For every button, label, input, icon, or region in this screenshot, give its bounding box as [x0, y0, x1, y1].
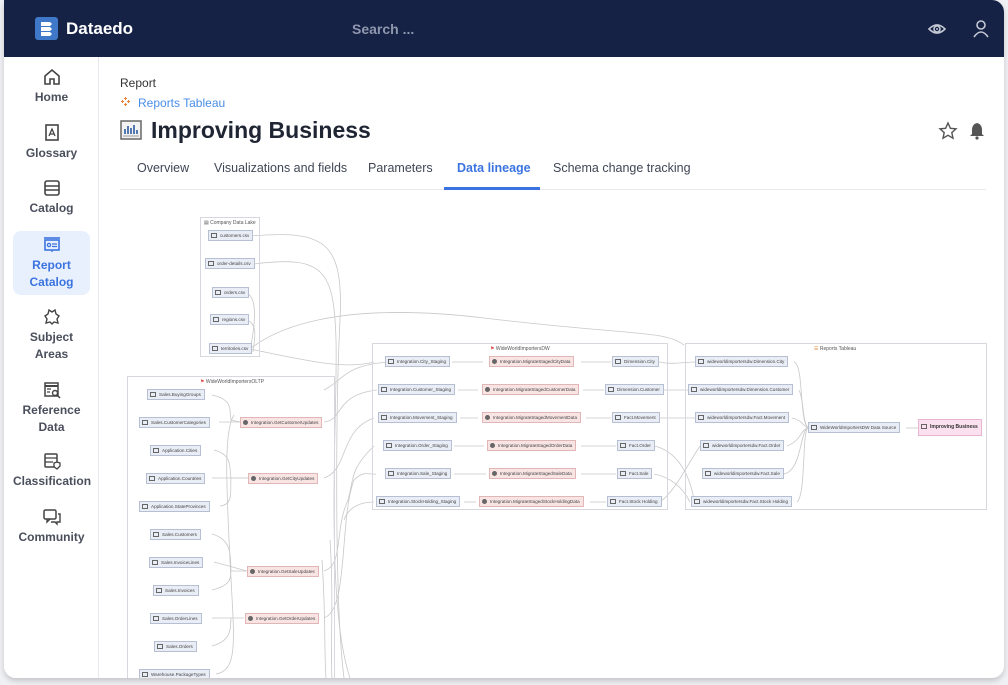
lineage-node-table[interactable]: Integration.Order_Staging: [383, 440, 452, 451]
lineage-node-table[interactable]: Fact.Sale: [617, 468, 653, 479]
lineage-node-table[interactable]: Application.Cities: [150, 445, 202, 456]
lineage-node-table[interactable]: Sales.Orders: [154, 641, 197, 652]
lineage-node-table[interactable]: Sales.CustomerCategories: [139, 417, 210, 428]
lineage-node-procedure[interactable]: Integration.GetOrderUpdates: [245, 613, 320, 624]
lineage-node-file[interactable]: territories.csv: [209, 343, 253, 354]
lineage-node-table[interactable]: Application.Countries: [146, 473, 206, 484]
lineage-node-procedure[interactable]: Integration.GetCityUpdates: [248, 473, 319, 484]
lineage-node-table[interactable]: Warehouse.PackageTypes: [139, 669, 210, 678]
lineage-node-file[interactable]: orders.csv: [212, 287, 250, 298]
lineage-node-table[interactable]: wideworldimportersdw.Fact.Stock Holding: [691, 496, 793, 507]
lineage-node-file[interactable]: customers.csv: [208, 230, 254, 241]
lineage-node-table[interactable]: Sales.InvoiceLines: [149, 557, 204, 568]
lineage-node-table[interactable]: wideworldimportersdw.Fact.Sale: [702, 468, 784, 479]
lineage-node-table[interactable]: Sales.BuyingGroups: [147, 389, 205, 400]
lineage-node-table[interactable]: wideworldimportersdw.Fact.Movement: [695, 412, 790, 423]
lineage-node-procedure[interactable]: Integration.MigrateStagedMovementData: [482, 412, 582, 423]
lineage-node-table[interactable]: Integration.StockHolding_Staging: [376, 496, 461, 507]
lineage-node-table[interactable]: Integration.Customer_Staging: [378, 384, 456, 395]
lineage-node-table[interactable]: Dimension.City: [612, 356, 659, 367]
lineage-node-procedure[interactable]: Integration.GetSaleUpdates: [247, 566, 319, 577]
lineage-node-table[interactable]: wideworldimportersdw.Fact.Order: [700, 440, 785, 451]
lineage-node-table[interactable]: Sales.Invoices: [153, 585, 199, 596]
lineage-diagram[interactable]: ▤ Company Data Lake customers.csv order-…: [4, 0, 1004, 678]
lineage-node-procedure[interactable]: Integration.GetCustomerUpdates: [240, 417, 323, 428]
lineage-node-table[interactable]: Application.StateProvinces: [139, 501, 210, 512]
app-window: Dataedo Search ... Home Glossary Catalog…: [4, 0, 1004, 678]
lineage-node-table[interactable]: wideworldimportersdw.Dimension.City: [695, 356, 789, 367]
lineage-node-procedure[interactable]: Integration.MigrateStagedSaleData: [489, 468, 576, 479]
lineage-node-file[interactable]: order-details.csv: [205, 258, 255, 269]
lineage-node-table[interactable]: wideworldimportersdw.Dimension.Customer: [688, 384, 794, 395]
lineage-node-table[interactable]: Fact.Order: [617, 440, 655, 451]
lineage-node-table[interactable]: Fact.Stock Holding: [607, 496, 662, 507]
group-label: ☰ Reports Tableau: [814, 346, 857, 352]
lineage-node-report-improving-business[interactable]: Improving Business: [918, 419, 982, 436]
lineage-node-procedure[interactable]: Integration.MigrateStagedStockHoldingDat…: [479, 496, 584, 507]
group-label: ▤ Company Data Lake: [204, 220, 256, 226]
lineage-node-table[interactable]: Dimension.Customer: [605, 384, 664, 395]
lineage-node-table[interactable]: Integration.Movement_Staging: [378, 412, 457, 423]
lineage-node-table[interactable]: Integration.Sale_Staging: [385, 468, 452, 479]
lineage-node-table[interactable]: Sales.OrderLines: [150, 613, 202, 624]
group-label: ⚑ WideWorldImportersDW: [490, 346, 550, 352]
lineage-node-procedure[interactable]: Integration.MigrateStagedCustomerData: [482, 384, 580, 395]
lineage-node-file[interactable]: regions.csv: [210, 314, 250, 325]
lineage-node-datasource[interactable]: WideWorldImportersDW Data Source: [808, 422, 901, 433]
group-label: ⚑ WideWorldImportersOLTP: [200, 379, 265, 385]
lineage-node-table[interactable]: Integration.City_Staging: [385, 356, 451, 367]
lineage-node-procedure[interactable]: Integration.MigrateStagedOrderData: [487, 440, 577, 451]
lineage-node-procedure[interactable]: Integration.MigrateStagedCityData: [489, 356, 575, 367]
group-wideworldimporters-dw[interactable]: ⚑ WideWorldImportersDW: [372, 343, 668, 510]
lineage-node-table[interactable]: Fact.Movement: [612, 412, 660, 423]
lineage-node-table[interactable]: Sales.Customers: [150, 529, 201, 540]
